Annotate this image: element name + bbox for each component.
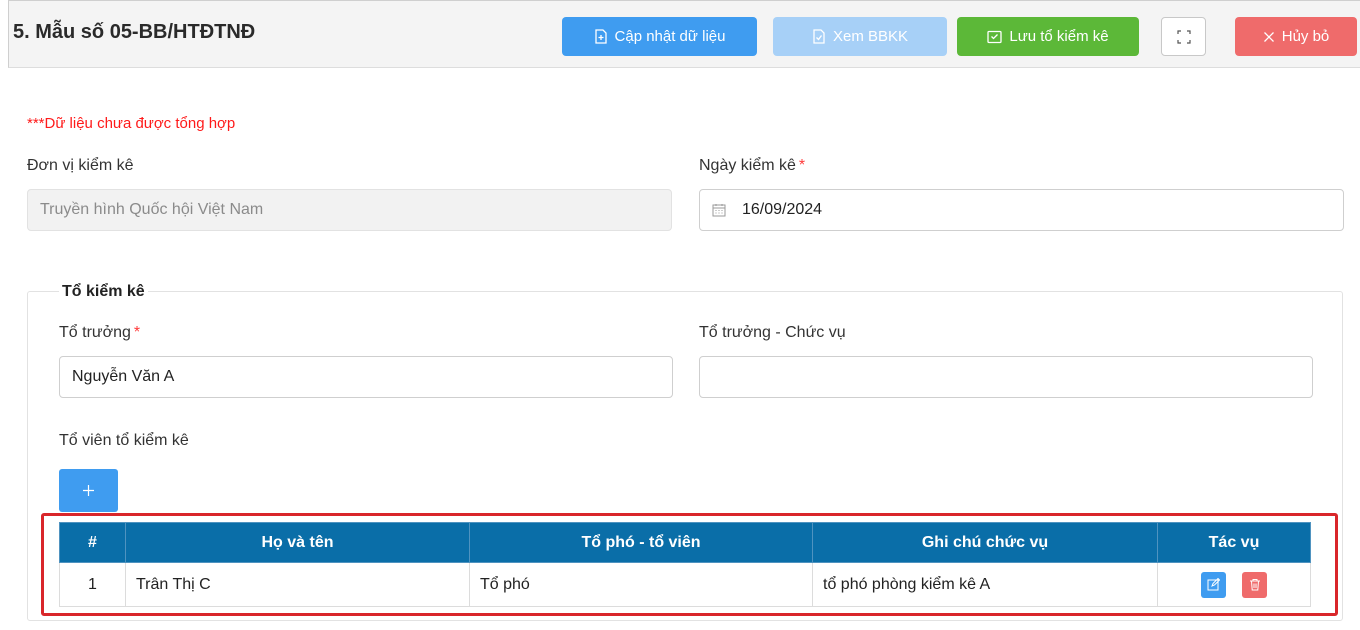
required-mark: *	[798, 157, 806, 174]
date-label: Ngày kiểm kê *	[699, 157, 805, 175]
row-name: Trân Thị C	[125, 562, 470, 607]
table-header-row: # Họ và tên Tổ phó - tổ viên Ghi chú chứ…	[59, 522, 1311, 563]
calendar-icon	[712, 204, 726, 217]
members-label: Tổ viên tổ kiểm kê	[59, 432, 189, 449]
col-number: #	[59, 522, 126, 563]
plus-icon	[83, 485, 94, 496]
date-field[interactable]: 16/09/2024	[699, 189, 1344, 231]
table-row: 1 Trân Thị C Tổ phó tổ phó phòng kiểm kê…	[59, 562, 1311, 607]
leader-position-input[interactable]	[699, 356, 1313, 398]
unit-field: Truyền hình Quốc hội Việt Nam	[27, 189, 672, 231]
update-data-button[interactable]: Cập nhật dữ liệu	[562, 17, 757, 56]
delete-button[interactable]	[1242, 571, 1268, 598]
view-bbkk-label: Xem BBKK	[832, 28, 909, 45]
file-check-icon	[813, 29, 825, 44]
row-actions	[1157, 562, 1311, 607]
col-actions: Tác vụ	[1157, 522, 1311, 563]
leader-label: Tổ trưởng *	[59, 324, 140, 342]
cancel-label: Hủy bỏ	[1281, 28, 1330, 45]
unit-label-text: Đơn vị kiểm kê	[27, 157, 134, 174]
unit-value: Truyền hình Quốc hội Việt Nam	[40, 201, 264, 218]
col-name: Họ và tên	[125, 522, 470, 563]
view-bbkk-button[interactable]: Xem BBKK	[773, 17, 947, 56]
cancel-button[interactable]: Hủy bỏ	[1235, 17, 1357, 56]
members-table: # Họ và tên Tổ phó - tổ viên Ghi chú chứ…	[59, 522, 1311, 607]
leader-input[interactable]: Nguyễn Văn A	[59, 356, 673, 398]
trash-icon	[1249, 579, 1260, 591]
page-header: 5. Mẫu số 05-BB/HTĐTNĐ Cập nhật dữ liệu …	[8, 0, 1360, 68]
unit-label: Đơn vị kiểm kê	[27, 157, 134, 175]
add-member-button[interactable]	[59, 469, 118, 512]
save-team-button[interactable]: Lưu tổ kiểm kê	[957, 17, 1139, 56]
leader-position-label: Tổ trưởng - Chức vụ	[699, 324, 846, 341]
date-value: 16/09/2024	[742, 201, 823, 218]
fullscreen-button[interactable]	[1161, 17, 1206, 56]
warning-message: ***Dữ liệu chưa được tổng hợp	[27, 115, 236, 132]
save-icon	[987, 30, 1003, 43]
save-team-label: Lưu tổ kiểm kê	[1009, 28, 1109, 45]
edit-button[interactable]	[1200, 571, 1226, 598]
row-number: 1	[59, 562, 126, 607]
date-label-text: Ngày kiểm kê	[699, 157, 796, 174]
leader-label-text: Tổ trưởng	[59, 324, 131, 341]
col-role: Tổ phó - tổ viên	[469, 522, 813, 563]
update-data-label: Cập nhật dữ liệu	[614, 28, 726, 45]
required-mark: *	[133, 324, 141, 341]
close-icon	[1263, 31, 1274, 42]
page-title: 5. Mẫu số 05-BB/HTĐTNĐ	[13, 21, 256, 43]
team-legend: Tổ kiểm kê	[59, 283, 148, 301]
expand-icon	[1176, 29, 1191, 44]
leader-value: Nguyễn Văn A	[72, 368, 175, 385]
col-note: Ghi chú chức vụ	[812, 522, 1158, 563]
edit-icon	[1207, 578, 1220, 591]
row-role: Tổ phó	[469, 562, 813, 607]
file-plus-icon	[594, 29, 607, 44]
row-note: tổ phó phòng kiểm kê A	[812, 562, 1158, 607]
